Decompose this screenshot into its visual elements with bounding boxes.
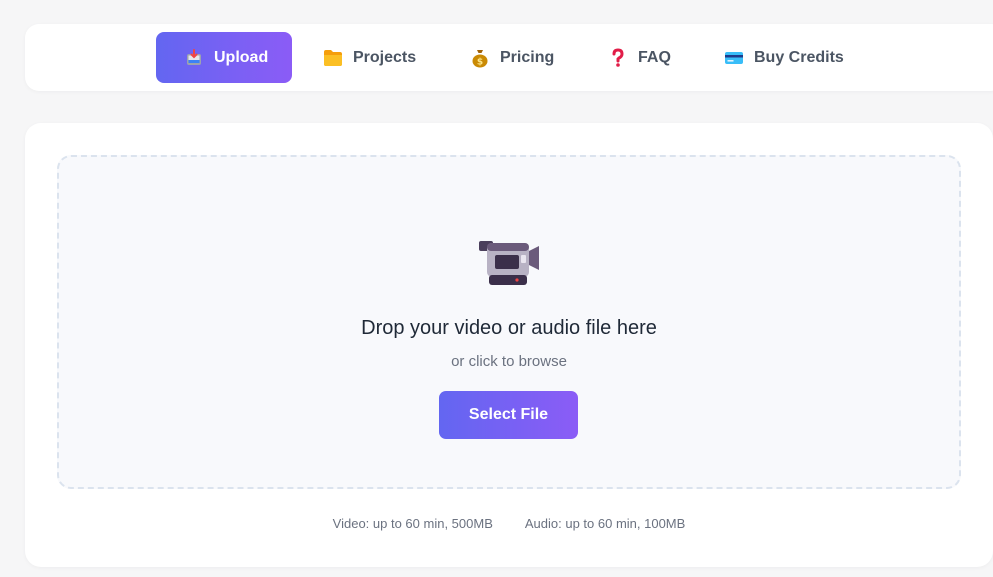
nav-upload-tab[interactable]: Upload xyxy=(156,32,293,83)
top-navbar: Upload Projects $ Pricing FAQ Buy Credit… xyxy=(25,24,993,91)
nav-projects-label: Projects xyxy=(353,48,417,66)
nav-faq-label: FAQ xyxy=(638,48,671,66)
question-mark-icon xyxy=(608,47,628,68)
nav-projects-tab[interactable]: Projects xyxy=(323,32,416,83)
upload-card: Drop your video or audio file here or cl… xyxy=(25,123,993,567)
nav-buy-credits-tab[interactable]: Buy Credits xyxy=(724,32,844,83)
credit-card-icon xyxy=(724,48,744,68)
video-limit-text: Video: up to 60 min, 500MB xyxy=(332,516,493,531)
nav-pricing-label: Pricing xyxy=(500,48,555,66)
nav-faq-tab[interactable]: FAQ xyxy=(608,32,671,83)
nav-upload-label: Upload xyxy=(214,48,269,66)
dropzone-subtitle: or click to browse xyxy=(451,353,567,370)
file-dropzone[interactable]: Drop your video or audio file here or cl… xyxy=(57,155,961,489)
nav-pricing-tab[interactable]: $ Pricing xyxy=(470,32,554,83)
nav-buy-credits-label: Buy Credits xyxy=(754,48,844,66)
svg-text:$: $ xyxy=(477,57,483,67)
video-camera-icon xyxy=(477,233,545,289)
folder-icon xyxy=(323,48,343,68)
money-bag-icon: $ xyxy=(470,48,490,68)
select-file-button[interactable]: Select File xyxy=(439,391,578,439)
audio-limit-text: Audio: up to 60 min, 100MB xyxy=(524,516,686,531)
inbox-tray-icon xyxy=(184,48,204,68)
upload-limits: Video: up to 60 min, 500MB Audio: up to … xyxy=(25,516,993,531)
dropzone-title: Drop your video or audio file here xyxy=(361,317,657,339)
